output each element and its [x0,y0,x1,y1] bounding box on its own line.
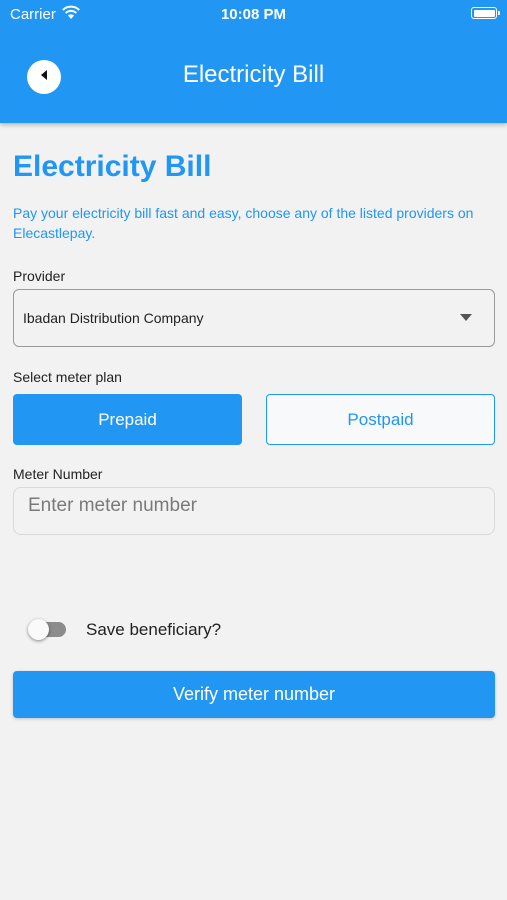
page-subtitle: Pay your electricity bill fast and easy,… [13,205,474,241]
save-beneficiary-toggle[interactable] [28,619,66,640]
postpaid-button[interactable]: Postpaid [266,394,495,445]
status-time: 10:08 PM [220,6,287,23]
dropdown-caret-icon [460,314,472,321]
provider-selected-value: Ibadan Distribution Company [23,310,204,326]
meter-plan-label: Select meter plan [13,369,122,385]
header-title: Electricity Bill [182,61,325,88]
verify-meter-button[interactable]: Verify meter number [13,671,495,718]
prepaid-button[interactable]: Prepaid [13,394,242,445]
meter-number-input[interactable] [13,487,495,535]
status-bar: Carrier 10:08 PM [0,0,507,28]
save-beneficiary-label: Save beneficiary? [86,620,222,639]
provider-select[interactable]: Ibadan Distribution Company [13,289,495,347]
meter-number-label: Meter Number [13,466,103,482]
app-header: Carrier 10:08 PM Electricity Bill [0,0,507,123]
page-title: Electricity Bill [13,150,212,183]
battery-icon [471,7,500,19]
toggle-knob [28,619,49,640]
provider-label: Provider [13,268,66,284]
